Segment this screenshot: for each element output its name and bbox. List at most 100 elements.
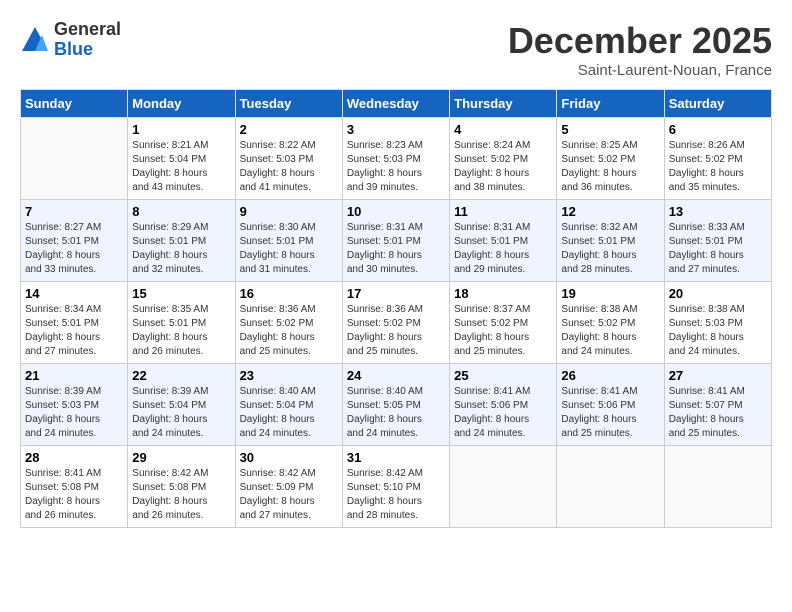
day-info: Sunrise: 8:24 AMSunset: 5:02 PMDaylight:…: [454, 139, 552, 195]
calendar-day-cell: 24 Sunrise: 8:40 AMSunset: 5:05 PMDayligh…: [342, 364, 449, 446]
day-number: 3: [347, 122, 445, 137]
day-info: Sunrise: 8:42 AMSunset: 5:08 PMDaylight:…: [132, 467, 230, 523]
day-info: Sunrise: 8:38 AMSunset: 5:02 PMDaylight:…: [561, 303, 659, 359]
day-number: 6: [669, 122, 767, 137]
day-number: 5: [561, 122, 659, 137]
day-number: 1: [132, 122, 230, 137]
calendar-day-cell: 10Sunrise: 8:31 AMSunset: 5:01 PMDayligh…: [342, 200, 449, 282]
calendar-header: SundayMondayTuesdayWednesdayThursdayFrid…: [21, 90, 772, 118]
calendar-day-cell: 7Sunrise: 8:27 AMSunset: 5:01 PMDaylight…: [21, 200, 128, 282]
logo-general-text: General: [54, 20, 121, 40]
day-number: 2: [240, 122, 338, 137]
day-number: 28: [25, 450, 123, 465]
day-info: Sunrise: 8:22 AMSunset: 5:03 PMDaylight:…: [240, 139, 338, 195]
calendar-day-cell: 3 Sunrise: 8:23 AMSunset: 5:03 PMDaylight…: [342, 118, 449, 200]
calendar-day-cell: 28Sunrise: 8:41 AMSunset: 5:08 PMDayligh…: [21, 446, 128, 528]
calendar-day-cell: 16 Sunrise: 8:36 AMSunset: 5:02 PMDayligh…: [235, 282, 342, 364]
day-info: Sunrise: 8:39 AMSunset: 5:04 PMDaylight:…: [132, 385, 230, 441]
day-info: Sunrise: 8:38 AMSunset: 5:03 PMDaylight:…: [669, 303, 767, 359]
calendar-day-cell: 8 Sunrise: 8:29 AMSunset: 5:01 PMDaylight…: [128, 200, 235, 282]
calendar-body: 1 Sunrise: 8:21 AMSunset: 5:04 PMDaylight…: [21, 118, 772, 528]
logo-blue-text: Blue: [54, 40, 121, 60]
day-number: 21: [25, 368, 123, 383]
month-title: December 2025: [508, 20, 772, 62]
day-info: Sunrise: 8:39 AMSunset: 5:03 PMDaylight:…: [25, 385, 123, 441]
calendar-day-cell: 30Sunrise: 8:42 AMSunset: 5:09 PMDayligh…: [235, 446, 342, 528]
day-info: Sunrise: 8:30 AMSunset: 5:01 PMDaylight:…: [240, 221, 338, 277]
day-info: Sunrise: 8:23 AMSunset: 5:03 PMDaylight:…: [347, 139, 445, 195]
day-info: Sunrise: 8:40 AMSunset: 5:04 PMDaylight:…: [240, 385, 338, 441]
calendar-day-cell: 11 Sunrise: 8:31 AMSunset: 5:01 PMDayligh…: [450, 200, 557, 282]
calendar-day-cell: [450, 446, 557, 528]
calendar-week-row: 1 Sunrise: 8:21 AMSunset: 5:04 PMDaylight…: [21, 118, 772, 200]
day-number: 13: [669, 204, 767, 219]
logo-icon: [20, 25, 50, 55]
day-info: Sunrise: 8:31 AMSunset: 5:01 PMDaylight:…: [347, 221, 445, 277]
calendar-day-cell: 14 Sunrise: 8:34 AMSunset: 5:01 PMDayligh…: [21, 282, 128, 364]
day-number: 12: [561, 204, 659, 219]
day-number: 18: [454, 286, 552, 301]
calendar-week-row: 21 Sunrise: 8:39 AMSunset: 5:03 PMDayligh…: [21, 364, 772, 446]
day-info: Sunrise: 8:41 AMSunset: 5:06 PMDaylight:…: [454, 385, 552, 441]
day-of-week-header: Thursday: [450, 90, 557, 118]
day-info: Sunrise: 8:41 AMSunset: 5:06 PMDaylight:…: [561, 385, 659, 441]
calendar-day-cell: 13 Sunrise: 8:33 AMSunset: 5:01 PMDayligh…: [664, 200, 771, 282]
day-info: Sunrise: 8:36 AMSunset: 5:02 PMDaylight:…: [347, 303, 445, 359]
day-info: Sunrise: 8:25 AMSunset: 5:02 PMDaylight:…: [561, 139, 659, 195]
calendar-day-cell: 18 Sunrise: 8:37 AMSunset: 5:02 PMDayligh…: [450, 282, 557, 364]
location-subtitle: Saint-Laurent-Nouan, France: [508, 62, 772, 79]
day-info: Sunrise: 8:34 AMSunset: 5:01 PMDaylight:…: [25, 303, 123, 359]
day-number: 22: [132, 368, 230, 383]
calendar-day-cell: [557, 446, 664, 528]
day-info: Sunrise: 8:32 AMSunset: 5:01 PMDaylight:…: [561, 221, 659, 277]
day-info: Sunrise: 8:36 AMSunset: 5:02 PMDaylight:…: [240, 303, 338, 359]
day-info: Sunrise: 8:33 AMSunset: 5:01 PMDaylight:…: [669, 221, 767, 277]
day-info: Sunrise: 8:37 AMSunset: 5:02 PMDaylight:…: [454, 303, 552, 359]
calendar-day-cell: 4 Sunrise: 8:24 AMSunset: 5:02 PMDaylight…: [450, 118, 557, 200]
day-of-week-header: Sunday: [21, 90, 128, 118]
day-number: 16: [240, 286, 338, 301]
day-info: Sunrise: 8:42 AMSunset: 5:09 PMDaylight:…: [240, 467, 338, 523]
calendar-week-row: 14 Sunrise: 8:34 AMSunset: 5:01 PMDayligh…: [21, 282, 772, 364]
day-info: Sunrise: 8:21 AMSunset: 5:04 PMDaylight:…: [132, 139, 230, 195]
day-info: Sunrise: 8:26 AMSunset: 5:02 PMDaylight:…: [669, 139, 767, 195]
day-info: Sunrise: 8:41 AMSunset: 5:07 PMDaylight:…: [669, 385, 767, 441]
title-area: December 2025 Saint-Laurent-Nouan, Franc…: [508, 20, 772, 79]
calendar-day-cell: 6 Sunrise: 8:26 AMSunset: 5:02 PMDaylight…: [664, 118, 771, 200]
calendar-day-cell: 12 Sunrise: 8:32 AMSunset: 5:01 PMDayligh…: [557, 200, 664, 282]
day-number: 11: [454, 204, 552, 219]
day-number: 17: [347, 286, 445, 301]
day-info: Sunrise: 8:31 AMSunset: 5:01 PMDaylight:…: [454, 221, 552, 277]
calendar-day-cell: 5 Sunrise: 8:25 AMSunset: 5:02 PMDaylight…: [557, 118, 664, 200]
calendar-day-cell: 15Sunrise: 8:35 AMSunset: 5:01 PMDayligh…: [128, 282, 235, 364]
calendar-day-cell: 2 Sunrise: 8:22 AMSunset: 5:03 PMDaylight…: [235, 118, 342, 200]
day-number: 14: [25, 286, 123, 301]
day-info: Sunrise: 8:29 AMSunset: 5:01 PMDaylight:…: [132, 221, 230, 277]
calendar-day-cell: [21, 118, 128, 200]
calendar-day-cell: 31Sunrise: 8:42 AMSunset: 5:10 PMDayligh…: [342, 446, 449, 528]
calendar-day-cell: 22 Sunrise: 8:39 AMSunset: 5:04 PMDayligh…: [128, 364, 235, 446]
day-number: 23: [240, 368, 338, 383]
day-number: 8: [132, 204, 230, 219]
day-number: 7: [25, 204, 123, 219]
day-number: 9: [240, 204, 338, 219]
day-of-week-header: Saturday: [664, 90, 771, 118]
day-number: 15: [132, 286, 230, 301]
day-info: Sunrise: 8:40 AMSunset: 5:05 PMDaylight:…: [347, 385, 445, 441]
day-of-week-header: Monday: [128, 90, 235, 118]
day-number: 31: [347, 450, 445, 465]
calendar-day-cell: 25 Sunrise: 8:41 AMSunset: 5:06 PMDayligh…: [450, 364, 557, 446]
day-number: 4: [454, 122, 552, 137]
calendar-day-cell: 23 Sunrise: 8:40 AMSunset: 5:04 PMDayligh…: [235, 364, 342, 446]
day-number: 25: [454, 368, 552, 383]
calendar-day-cell: 26Sunrise: 8:41 AMSunset: 5:06 PMDayligh…: [557, 364, 664, 446]
day-number: 19: [561, 286, 659, 301]
calendar-day-cell: 19 Sunrise: 8:38 AMSunset: 5:02 PMDayligh…: [557, 282, 664, 364]
calendar-day-cell: 27Sunrise: 8:41 AMSunset: 5:07 PMDayligh…: [664, 364, 771, 446]
calendar-week-row: 7Sunrise: 8:27 AMSunset: 5:01 PMDaylight…: [21, 200, 772, 282]
calendar-day-cell: [664, 446, 771, 528]
calendar-week-row: 28Sunrise: 8:41 AMSunset: 5:08 PMDayligh…: [21, 446, 772, 528]
header: General Blue December 2025 Saint-Laurent…: [20, 20, 772, 79]
calendar-day-cell: 1 Sunrise: 8:21 AMSunset: 5:04 PMDaylight…: [128, 118, 235, 200]
day-number: 24: [347, 368, 445, 383]
